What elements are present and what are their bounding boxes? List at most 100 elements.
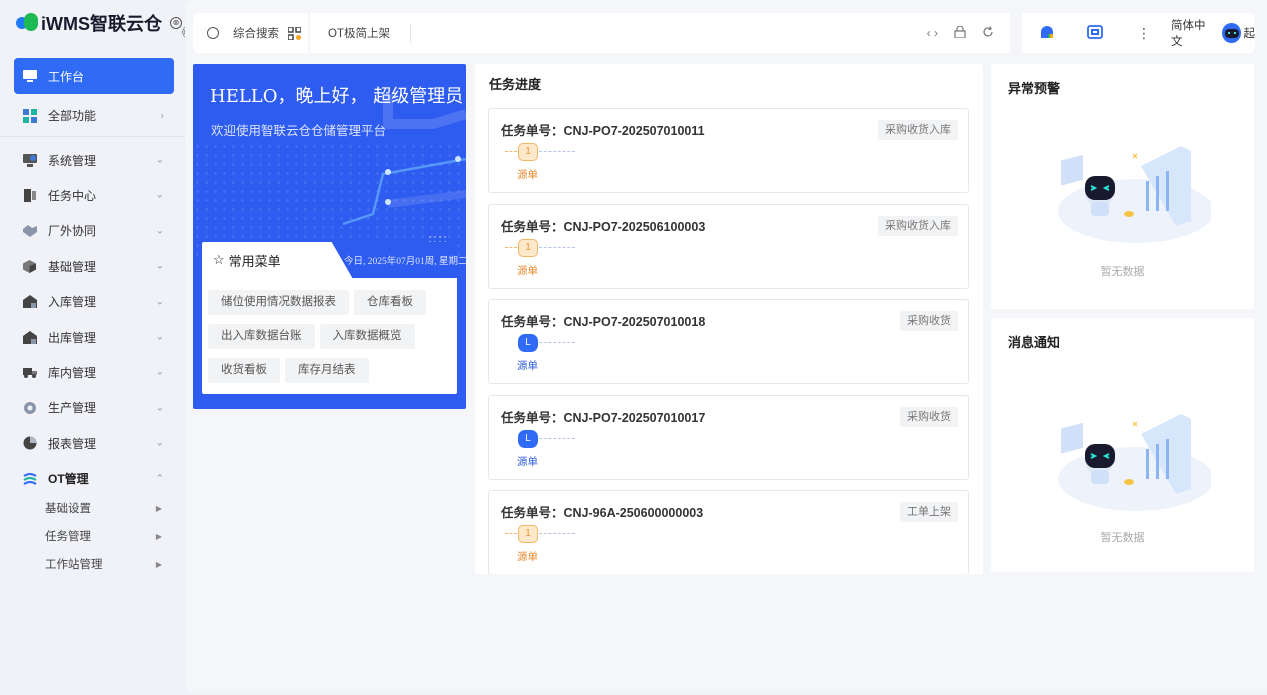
task-step: L [505, 430, 575, 448]
sidebar-item-label: 库内管理 [48, 365, 97, 380]
chevron-down-icon: ⌄ [155, 402, 164, 414]
sidebar-item-inbound[interactable]: 入库管理 ⌄ [14, 284, 174, 319]
empty-robot-illustration [1058, 414, 1211, 511]
chevron-down-icon: ⌄ [155, 437, 164, 449]
step-label: 源单 [517, 551, 538, 563]
subnav-item-label: 工作站管理 [45, 559, 103, 571]
sidebar-item-label: 入库管理 [48, 295, 97, 310]
search-label: 综合搜索 [233, 28, 279, 40]
qr-icon[interactable] [287, 25, 302, 41]
common-menu-label: 常用菜单 [228, 253, 281, 269]
warehouse-out-icon [22, 330, 37, 344]
menu-chip[interactable]: 仓库看板 [354, 290, 426, 315]
sidebar-item-label: 基础管理 [48, 259, 97, 274]
caret-right-icon: ▶ [155, 559, 162, 569]
app-logo[interactable]: iWMS智联云仓 ⊗ [16, 10, 182, 36]
code-icon[interactable]: ‹ › [927, 26, 938, 40]
empty-robot-illustration [1058, 146, 1211, 243]
tab-label: OT极简上架 [328, 28, 390, 40]
sidebar-item-label: 全部功能 [48, 109, 97, 124]
task-id: 任务单号：CNJ-PO7-202507010011 [501, 124, 705, 138]
caret-right-icon: ▶ [155, 503, 162, 513]
sidebar-item-label: 出库管理 [48, 330, 97, 345]
menu-chip[interactable]: 入库数据概览 [319, 324, 415, 349]
global-search[interactable]: 综合搜索 [193, 13, 308, 53]
task-card[interactable]: 任务单号：CNJ-PO7-202507010018 采购收货 L 源单 [488, 299, 969, 384]
menu-chip[interactable]: 收货看板 [208, 358, 280, 383]
sidebar-item-label: 任务中心 [48, 188, 97, 203]
settings-monitor-icon [22, 153, 37, 167]
task-step: 1 [505, 143, 575, 161]
task-card[interactable]: 任务单号：CNJ-96A-250600000003 工单上架 1 源单 [488, 490, 969, 574]
task-card[interactable]: 任务单号：CNJ-PO7-202507010011 采购收货入库 1 源单 [488, 108, 969, 193]
subnav-item-workstation[interactable]: 工作站管理 ▶ [45, 550, 170, 578]
sidebar-item-label: 厂外协同 [48, 224, 97, 239]
welcome-card: HELLO，晚上好， 超级管理员 欢迎使用智联云仓仓储管理平台 今日, 2025… [193, 64, 466, 409]
menu-chip[interactable]: 储位使用情况数据报表 [208, 290, 349, 315]
app-launcher-icon[interactable] [1039, 24, 1055, 43]
greeting: HELLO，晚上好， 超级管理员 [210, 86, 464, 107]
chevron-right-icon: › [160, 110, 164, 122]
subnav-item-basic-settings[interactable]: 基础设置 ▶ [45, 494, 170, 522]
grid-icon [22, 108, 37, 123]
date-text: 今日, 2025年07月01周, 星期二 [344, 257, 466, 267]
sidebar-item-label: 生产管理 [48, 401, 97, 416]
task-type-tag: 采购收货 [900, 407, 958, 427]
sidebar-item-external[interactable]: 厂外协同 ⌄ [14, 213, 174, 248]
sidebar-item-production[interactable]: 生产管理 ⌄ [14, 390, 174, 425]
tabs-bar: OT极简上架 ‹ › [310, 13, 1010, 53]
task-step: L [505, 334, 575, 352]
subnav-item-task-management[interactable]: 任务管理 ▶ [45, 522, 170, 550]
star-icon: ☆ [213, 252, 225, 267]
refresh-icon[interactable] [982, 25, 994, 41]
task-icon [22, 188, 37, 202]
tab-ot-putaway[interactable]: OT极简上架 [310, 23, 411, 43]
task-type-tag: 采购收货入库 [878, 216, 958, 236]
avatar[interactable] [1221, 23, 1241, 43]
menu-chip[interactable]: 出入库数据台账 [208, 324, 315, 349]
sidebar-item-outbound[interactable]: 出库管理 ⌄ [14, 319, 174, 354]
chevron-down-icon: ⌄ [155, 154, 164, 166]
step-label: 源单 [517, 360, 538, 372]
sidebar-item-label: OT管理 [48, 472, 89, 487]
brand-logo-icon [16, 12, 38, 34]
task-id: 任务单号：CNJ-96A-250600000003 [501, 506, 704, 520]
task-id: 任务单号：CNJ-PO7-202507010018 [501, 315, 706, 329]
chevron-down-icon: ⌄ [155, 366, 164, 378]
user-name[interactable]: 起 [1244, 25, 1256, 41]
sidebar-item-system[interactable]: 系统管理 ⌄ [14, 142, 174, 177]
common-menu-card: 今日, 2025年07月01周, 星期二 ☆ 常用菜单 储位使用情况数据报表 仓库… [202, 242, 466, 394]
sidebar-item-workbench[interactable]: 工作台 [14, 58, 174, 94]
sidebar-item-reports[interactable]: 报表管理 ⌄ [14, 426, 174, 461]
common-menu-chips: 储位使用情况数据报表 仓库看板 出入库数据台账 入库数据概览 收货看板 库存月结表 [208, 290, 453, 392]
monitor-icon [22, 69, 37, 83]
sidebar-item-task-center[interactable]: 任务中心 ⌄ [14, 178, 174, 213]
cube-icon [22, 259, 37, 273]
step-active-icon: L [518, 334, 538, 352]
sidebar-item-all-functions[interactable]: 全部功能 › [14, 98, 174, 133]
tab-tools: ‹ › [927, 13, 994, 53]
search-icon [207, 27, 219, 39]
task-step: 1 [505, 525, 575, 543]
chevron-down-icon: ⌄ [155, 296, 164, 308]
welcome-subtitle: 欢迎使用智联云仓仓储管理平台 [211, 124, 387, 138]
lock-icon[interactable] [954, 24, 966, 41]
sidebar-item-basic[interactable]: 基础管理 ⌄ [14, 249, 174, 284]
subnav-item-label: 任务管理 [45, 531, 91, 543]
top-bar: 综合搜索 OT极简上架 ‹ › ⋮ 简体中文 起 [193, 13, 1255, 53]
notifications-card: 消息通知 暂无数据 [991, 318, 1254, 572]
sidebar-item-ot[interactable]: OT管理 ⌃ [14, 461, 174, 496]
task-card[interactable]: 任务单号：CNJ-PO7-202507010017 采购收货 L 源单 [488, 395, 969, 480]
task-card[interactable]: 任务单号：CNJ-PO7-202506100003 采购收货入库 1 源单 [488, 204, 969, 289]
ot-icon [22, 472, 37, 486]
more-vertical-icon[interactable]: ⋮ [1137, 25, 1151, 42]
sidebar-item-inventory[interactable]: 库内管理 ⌄ [14, 355, 174, 390]
common-menu-title: ☆ 常用菜单 [202, 242, 322, 278]
step-number: 1 [518, 525, 538, 543]
sidebar-item-label: 系统管理 [48, 153, 97, 168]
menu-chip[interactable]: 库存月结表 [285, 358, 369, 383]
truck-icon [22, 365, 37, 379]
screen-icon[interactable] [1087, 24, 1103, 43]
chevron-down-icon: ⌄ [155, 260, 164, 272]
language-switch[interactable]: 简体中文 [1171, 17, 1214, 49]
